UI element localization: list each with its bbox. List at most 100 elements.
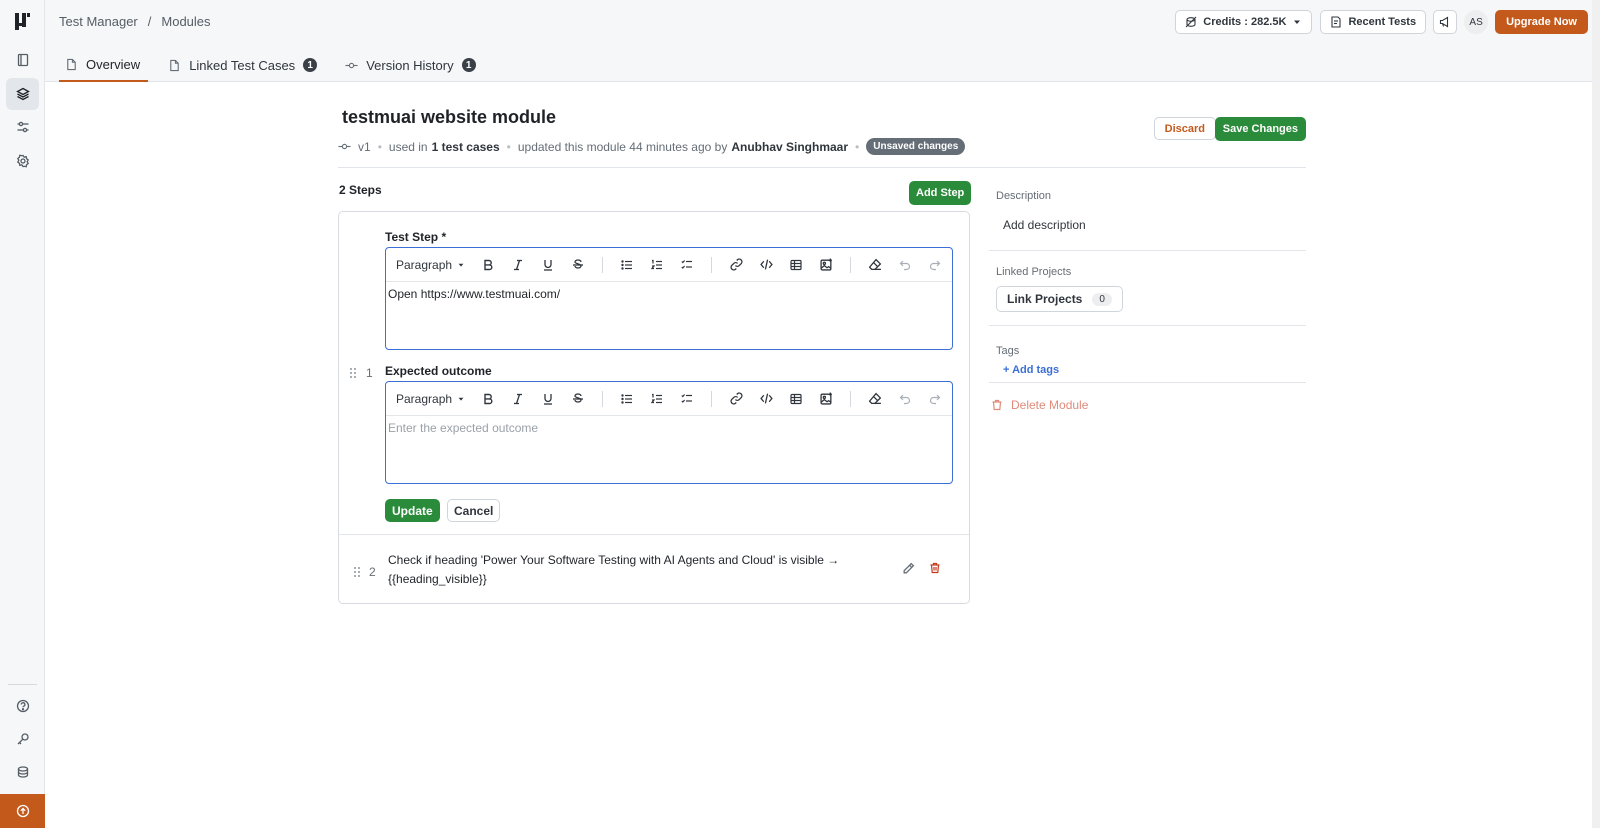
- top-right-actions: Credits : 282.5K Recent Tests AS Upgrade…: [1175, 10, 1588, 34]
- expected-outcome-label: Expected outcome: [385, 364, 492, 378]
- nav-settings-icon[interactable]: [6, 145, 39, 177]
- chevron-down-icon: [1292, 17, 1302, 27]
- description-label: Description: [996, 190, 1052, 202]
- add-step-button[interactable]: Add Step: [909, 181, 972, 205]
- checklist-icon[interactable]: [672, 251, 702, 279]
- numbered-list-icon[interactable]: [642, 251, 672, 279]
- nav-home-icon[interactable]: [6, 44, 39, 76]
- expected-outcome-placeholder[interactable]: Enter the expected outcome: [386, 416, 952, 440]
- paragraph-dropdown[interactable]: Paragraph: [394, 258, 465, 272]
- breadcrumb-current[interactable]: Modules: [161, 14, 210, 29]
- image-icon[interactable]: [811, 385, 841, 413]
- pencil-icon[interactable]: [902, 562, 915, 575]
- eraser-icon[interactable]: [860, 251, 890, 279]
- strikethrough-icon[interactable]: [563, 385, 593, 413]
- nav-billing-icon[interactable]: [6, 756, 39, 788]
- app-logo[interactable]: [13, 12, 32, 31]
- breadcrumb-separator: /: [147, 14, 152, 29]
- document-icon: [65, 58, 78, 71]
- underline-icon[interactable]: [533, 385, 563, 413]
- module-meta: v1 • used in 1 test cases • updated this…: [338, 138, 966, 155]
- discard-button[interactable]: Discard: [1153, 117, 1216, 140]
- save-changes-button[interactable]: Save Changes: [1214, 117, 1306, 141]
- link-projects-button[interactable]: Link Projects 0: [996, 286, 1123, 312]
- table-icon[interactable]: [781, 251, 811, 279]
- italic-icon[interactable]: [503, 251, 533, 279]
- top-bar: Test Manager / Modules Overview Linked T…: [45, 0, 1600, 82]
- step-2-handle[interactable]: 2: [353, 565, 376, 579]
- breadcrumb-root[interactable]: Test Manager: [59, 14, 138, 29]
- step-1-handle[interactable]: 1: [349, 366, 373, 380]
- bullet-list-icon[interactable]: [612, 251, 642, 279]
- bold-icon[interactable]: [473, 385, 503, 413]
- eraser-icon[interactable]: [860, 385, 890, 413]
- code-icon[interactable]: [751, 385, 781, 413]
- version-label: v1: [358, 139, 371, 154]
- nav-configurations-icon[interactable]: [6, 111, 39, 143]
- commit-icon: [338, 140, 351, 153]
- details-sidebar: Description Add description Linked Proje…: [989, 178, 1306, 412]
- image-icon[interactable]: [811, 251, 841, 279]
- tab-label: Overview: [86, 56, 141, 72]
- tab-linked-test-cases[interactable]: Linked Test Cases 1: [162, 48, 325, 82]
- steps-card: Test Step * Paragraph Open https://www.t…: [338, 211, 970, 604]
- undo-icon[interactable]: [890, 251, 920, 279]
- underline-icon[interactable]: [533, 251, 563, 279]
- document-link-icon: [168, 59, 181, 72]
- tab-count-badge: 1: [461, 58, 476, 72]
- upgrade-now-button[interactable]: Upgrade Now: [1495, 10, 1588, 34]
- numbered-list-icon[interactable]: [642, 385, 672, 413]
- credits-dropdown[interactable]: Credits : 282.5K: [1175, 10, 1313, 34]
- paragraph-dropdown[interactable]: Paragraph: [394, 392, 465, 406]
- step-2-text[interactable]: Check if heading 'Power Your Software Te…: [388, 551, 858, 589]
- undo-icon[interactable]: [890, 385, 920, 413]
- link-icon[interactable]: [721, 385, 751, 413]
- tab-overview[interactable]: Overview: [59, 48, 149, 82]
- credits-label: Credits : 282.5K: [1203, 16, 1287, 28]
- bold-icon[interactable]: [473, 251, 503, 279]
- nav-upgrade-icon[interactable]: [0, 794, 45, 828]
- used-count: 1 test cases: [431, 139, 500, 154]
- link-icon[interactable]: [721, 251, 751, 279]
- scrollbar[interactable]: [1592, 0, 1600, 828]
- trash-icon[interactable]: [929, 562, 941, 574]
- redo-icon[interactable]: [920, 251, 950, 279]
- nav-help-icon[interactable]: [6, 690, 39, 722]
- redo-icon[interactable]: [920, 385, 950, 413]
- unsaved-changes-badge: Unsaved changes: [866, 138, 966, 155]
- recent-tests-button[interactable]: Recent Tests: [1320, 10, 1427, 34]
- code-icon[interactable]: [751, 251, 781, 279]
- update-button[interactable]: Update: [385, 499, 440, 522]
- tab-version-history[interactable]: Version History 1: [339, 48, 483, 82]
- step-number: 2: [369, 565, 376, 579]
- cancel-button[interactable]: Cancel: [447, 499, 501, 522]
- step-2-row[interactable]: 2 Check if heading 'Power Your Software …: [339, 534, 969, 604]
- nav-modules-icon[interactable]: [6, 78, 39, 110]
- delete-module-button[interactable]: Delete Module: [991, 398, 1306, 412]
- recent-tests-icon: [1330, 16, 1342, 28]
- tab-label: Linked Test Cases: [189, 57, 296, 73]
- breadcrumb: Test Manager / Modules: [59, 14, 211, 29]
- page-title[interactable]: testmuai website module: [342, 107, 556, 128]
- strikethrough-icon[interactable]: [563, 251, 593, 279]
- table-icon[interactable]: [781, 385, 811, 413]
- test-step-content[interactable]: Open https://www.testmuai.com/: [386, 282, 952, 306]
- steps-count: 2 Steps: [339, 183, 382, 197]
- test-step-editor[interactable]: Paragraph Open https://www.testmuai.com/: [385, 247, 953, 350]
- author-name: Anubhav Singhmaar: [731, 139, 849, 154]
- divider: [989, 382, 1306, 383]
- checklist-icon[interactable]: [672, 385, 702, 413]
- editor-toolbar: Paragraph: [386, 248, 952, 282]
- announcements-button[interactable]: [1433, 10, 1458, 34]
- nav-divider: [8, 684, 37, 685]
- divider: [989, 250, 1306, 251]
- avatar[interactable]: AS: [1464, 10, 1489, 34]
- nav-key-icon[interactable]: [6, 723, 39, 755]
- bullet-list-icon[interactable]: [612, 385, 642, 413]
- italic-icon[interactable]: [503, 385, 533, 413]
- add-tags-link[interactable]: + Add tags: [1003, 364, 1306, 380]
- drag-handle-icon[interactable]: [353, 566, 361, 578]
- expected-outcome-editor[interactable]: Paragraph Enter the expected outcome: [385, 381, 953, 484]
- description-field[interactable]: Add description: [1003, 218, 1306, 250]
- drag-handle-icon[interactable]: [349, 367, 357, 379]
